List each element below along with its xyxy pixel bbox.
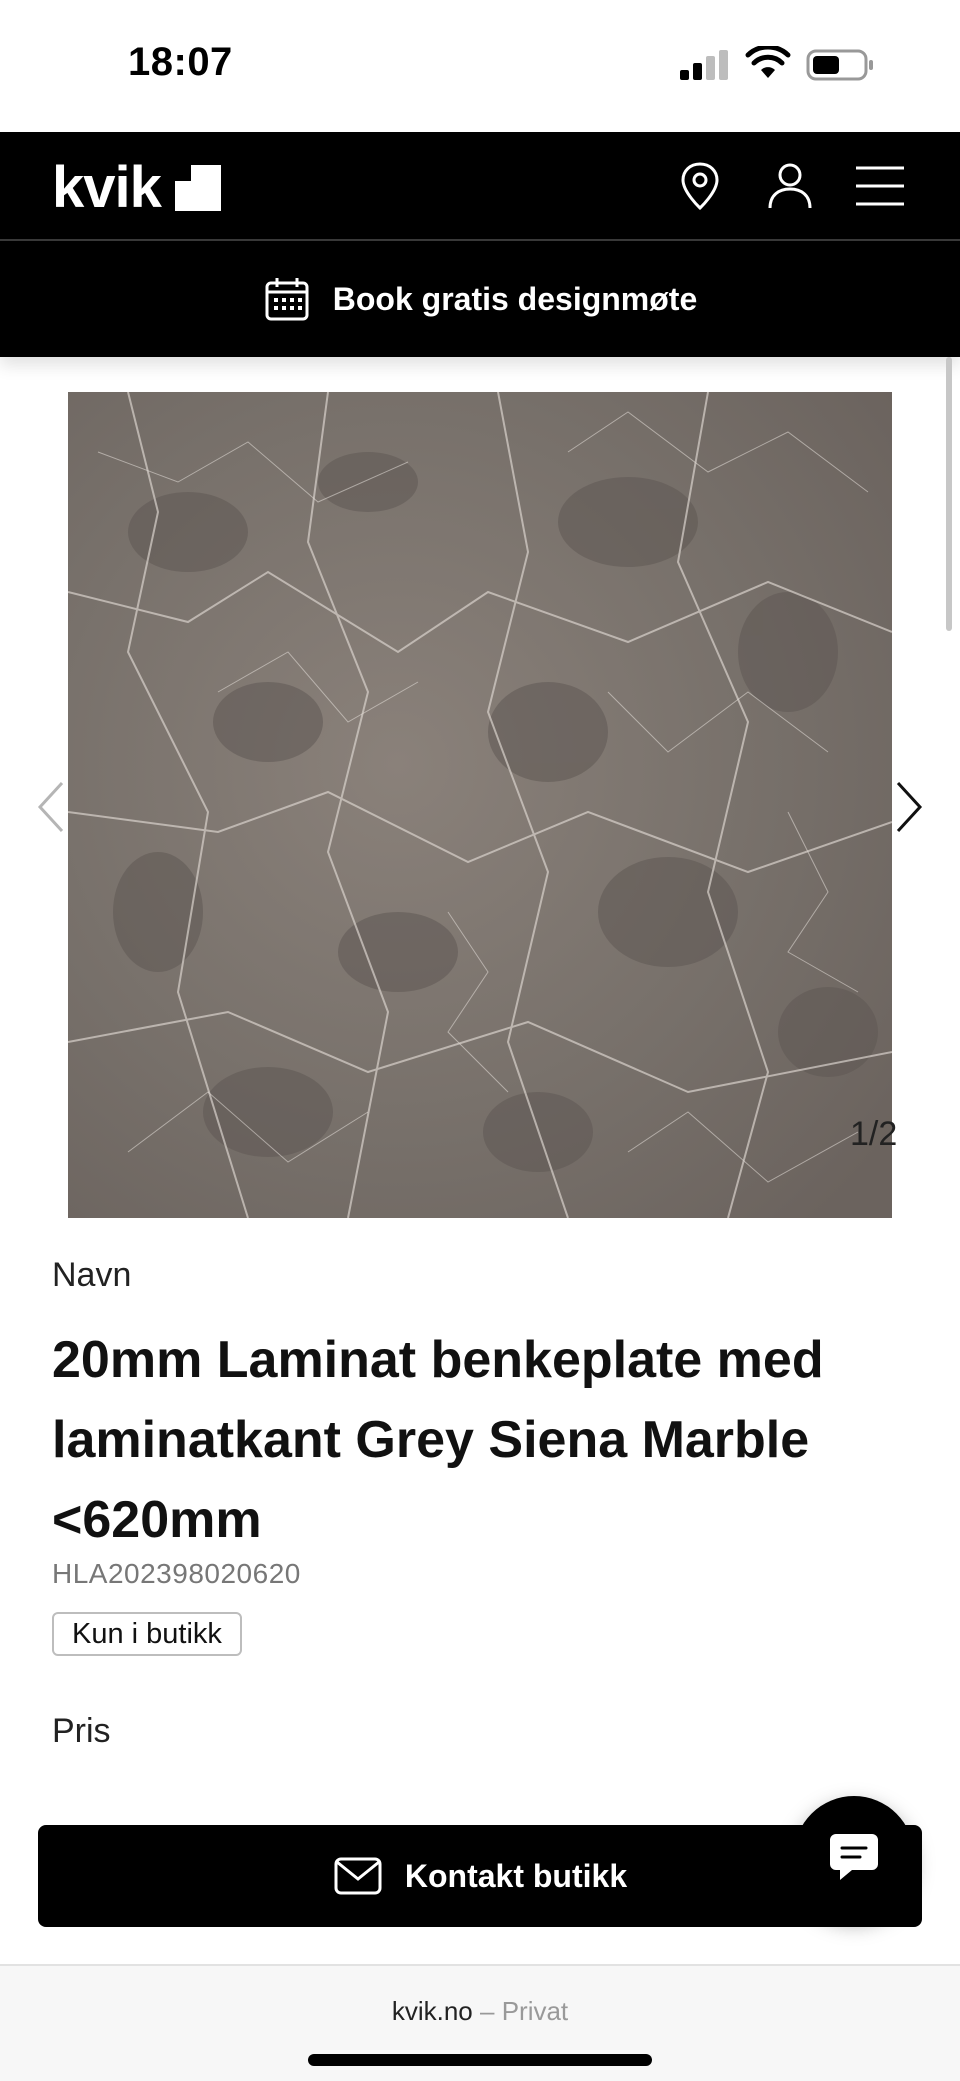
site-header: kvik [0, 132, 960, 240]
url-separator: – [479, 1996, 495, 2026]
url-domain: kvik.no [391, 1996, 473, 2026]
chat-icon [830, 1834, 878, 1880]
url-display[interactable]: kvik.no – Privat [0, 1996, 960, 2027]
page-scrollbar[interactable] [946, 357, 952, 631]
image-counter: 1/2 [850, 1115, 898, 1153]
hamburger-menu-icon[interactable] [854, 160, 906, 212]
status-bar: 18:07 [0, 0, 960, 132]
battery-icon [806, 49, 873, 81]
product-gallery: 1/2 [0, 357, 960, 1227]
product-image[interactable] [68, 392, 892, 1218]
price-label: Pris [52, 1712, 111, 1750]
book-design-meeting-button[interactable]: Book gratis designmøte [0, 241, 960, 357]
logo-mark-icon [174, 165, 221, 211]
browser-address-bar[interactable]: kvik.no – Privat [0, 1964, 960, 2081]
product-sku: HLA202398020620 [52, 1558, 301, 1589]
home-indicator[interactable] [308, 2054, 652, 2066]
previous-image-arrow-icon[interactable] [32, 777, 72, 837]
browsing-mode: Privat [501, 1996, 569, 2026]
calendar-icon [265, 278, 309, 321]
availability-badge: Kun i butikk [52, 1612, 242, 1656]
envelope-icon [334, 1857, 382, 1895]
wifi-icon [745, 46, 791, 78]
product-title: 20mm Laminat benkeplate med laminatkant … [52, 1331, 824, 1549]
name-label: Navn [52, 1256, 132, 1294]
status-time: 18:07 [128, 40, 233, 84]
kvik-logo[interactable]: kvik [52, 155, 221, 220]
user-icon[interactable] [764, 160, 816, 212]
logo-text: kvik [52, 155, 162, 220]
contact-store-button[interactable]: Kontakt butikk [38, 1825, 922, 1927]
contact-label: Kontakt butikk [404, 1857, 628, 1894]
book-label: Book gratis designmøte [332, 280, 698, 317]
cellular-signal-icon [680, 50, 728, 80]
next-image-arrow-icon[interactable] [888, 777, 928, 837]
location-pin-icon[interactable] [674, 160, 726, 212]
chat-button[interactable] [794, 1796, 914, 1916]
